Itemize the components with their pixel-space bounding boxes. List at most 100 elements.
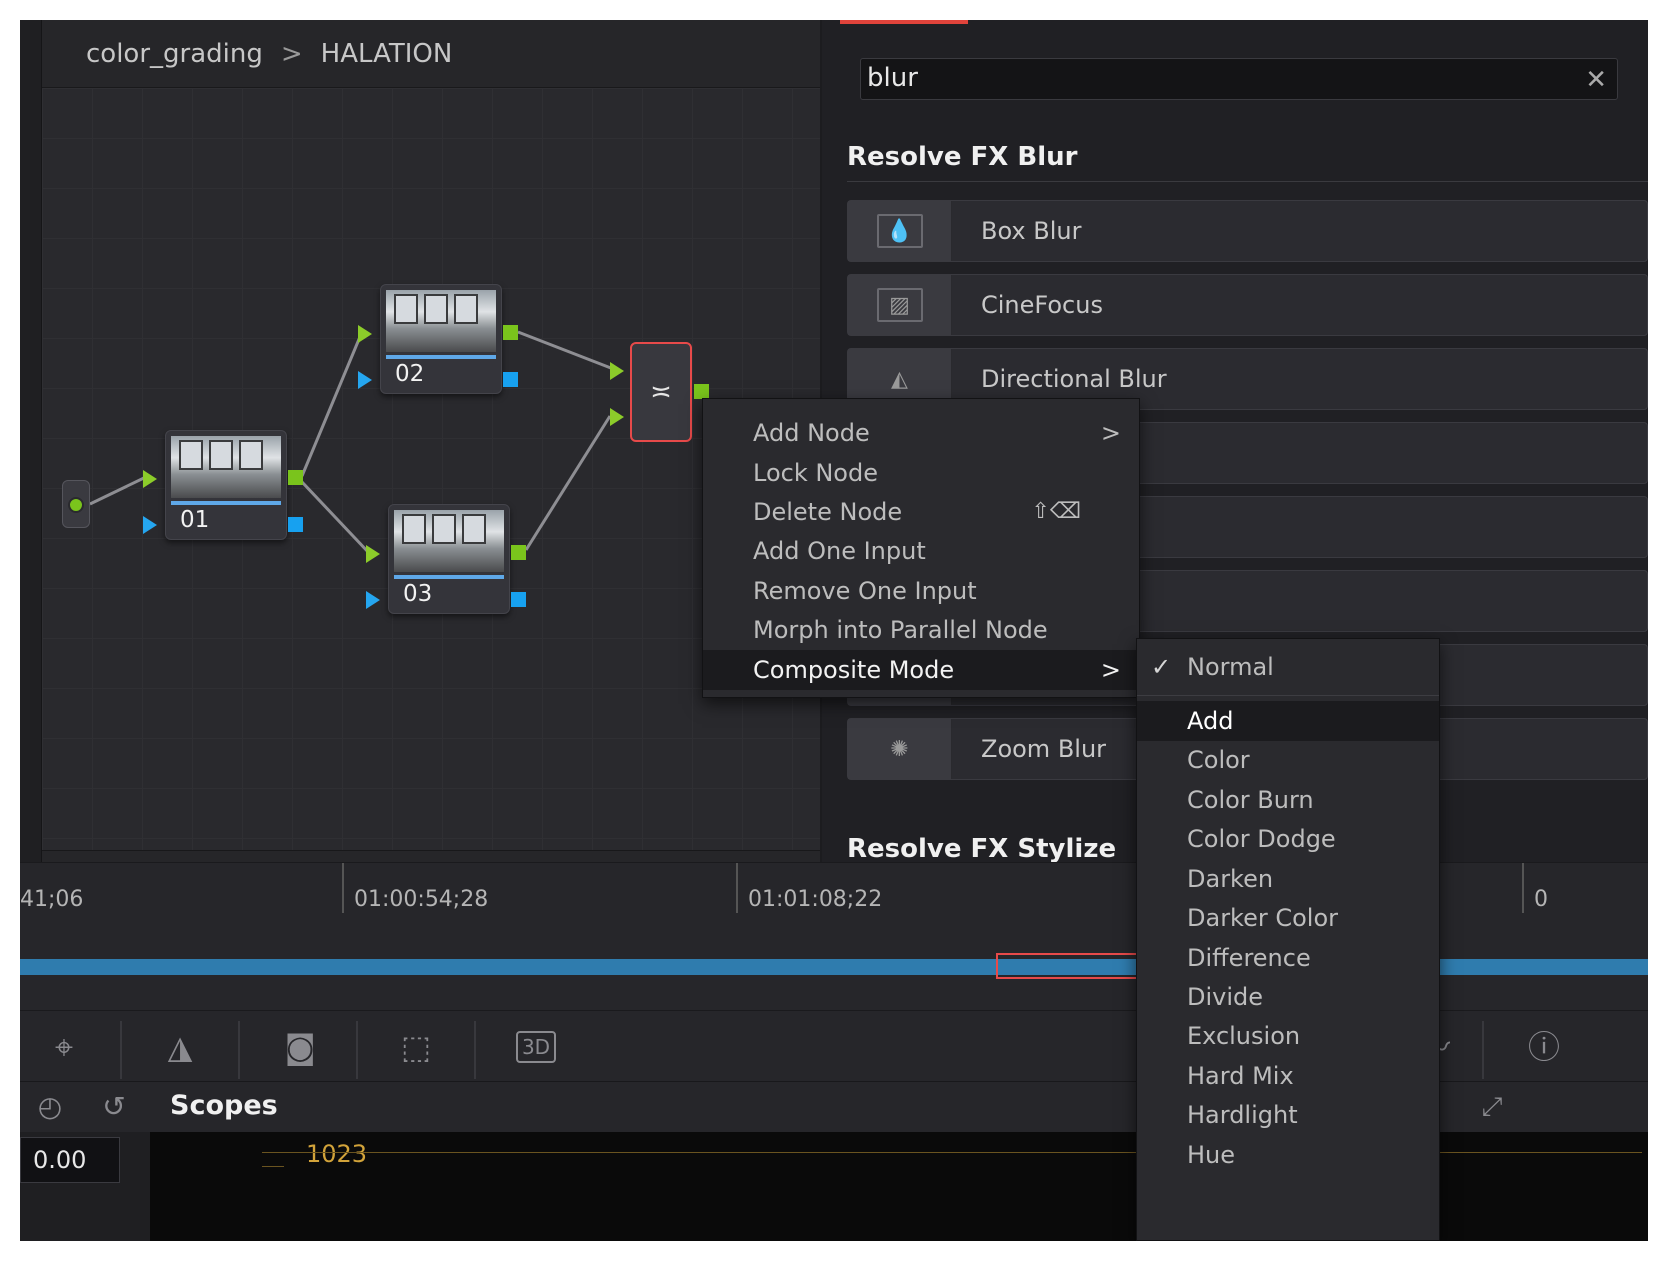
chevron-right-icon: >: [1100, 419, 1121, 447]
app-window: color_grading > HALATION 01 02 03 ≍ blur…: [20, 20, 1648, 1241]
menu-item-label: Hardlight: [1187, 1101, 1298, 1129]
composite-exclusion[interactable]: Exclusion: [1137, 1016, 1439, 1056]
timecode-label: 01:00:54;28: [354, 887, 489, 912]
fx-group-blur-title[interactable]: Resolve FX Blur: [847, 142, 1077, 172]
3d-icon[interactable]: 3D: [506, 1023, 566, 1071]
node-02-rgb-input[interactable]: [358, 325, 372, 343]
window-icon[interactable]: ◙: [270, 1023, 330, 1071]
composite-normal[interactable]: ✓ Normal: [1137, 647, 1439, 687]
node-thumbnail: [171, 436, 281, 498]
scope-gridline: [262, 1166, 284, 1167]
log-value-field[interactable]: 0.00: [20, 1137, 120, 1183]
menu-item-label: Add One Input: [753, 537, 926, 565]
source-output-port[interactable]: [68, 497, 84, 513]
menu-item-label: Exclusion: [1187, 1022, 1301, 1050]
composite-color-burn[interactable]: Color Burn: [1137, 780, 1439, 820]
fx-item-cinefocus[interactable]: ▨ CineFocus: [847, 274, 1648, 336]
menu-item-label: Hard Mix: [1187, 1062, 1294, 1090]
qualifier-icon[interactable]: ◮: [150, 1023, 210, 1071]
fx-item-label: Directional Blur: [981, 365, 1167, 393]
menu-item-label: Normal: [1187, 653, 1274, 681]
node-02-key-input[interactable]: [358, 371, 372, 389]
divider: [1482, 1021, 1484, 1079]
menu-item-label: Difference: [1187, 944, 1311, 972]
node-03-key-input[interactable]: [366, 591, 380, 609]
node-03-rgb-input[interactable]: [366, 545, 380, 563]
node-status-bar: [394, 575, 504, 579]
node-label: 02: [395, 361, 425, 387]
menu-item-label: Color Burn: [1187, 786, 1314, 814]
tracker-icon[interactable]: ⌖: [34, 1023, 94, 1071]
menu-item-lock-node[interactable]: Lock Node: [703, 453, 1139, 493]
composite-difference[interactable]: Difference: [1137, 938, 1439, 978]
source-node[interactable]: [62, 480, 90, 528]
fx-item-label: Box Blur: [981, 217, 1082, 245]
node-thumbnail: [386, 290, 496, 352]
menu-item-delete-node[interactable]: Delete Node ⇧⌫: [703, 492, 1139, 532]
node-status-bar: [386, 355, 496, 359]
mixer-input-2[interactable]: [610, 408, 624, 426]
scopes-title: Scopes: [170, 1090, 278, 1121]
fx-item-label: CineFocus: [981, 291, 1103, 319]
fx-group-stylize-title[interactable]: Resolve FX Stylize: [847, 834, 1116, 864]
breadcrumb-current[interactable]: HALATION: [321, 39, 453, 69]
composite-hue[interactable]: Hue: [1137, 1135, 1439, 1175]
menu-item-composite-mode[interactable]: Composite Mode >: [703, 650, 1139, 690]
menu-item-remove-one-input[interactable]: Remove One Input: [703, 571, 1139, 611]
menu-item-label: Darker Color: [1187, 904, 1339, 932]
effects-search-input[interactable]: blur ✕: [860, 58, 1618, 100]
mixer-output[interactable]: [694, 384, 709, 399]
composite-color-dodge[interactable]: Color Dodge: [1137, 819, 1439, 859]
node-01-rgb-input[interactable]: [143, 470, 157, 488]
node-01[interactable]: 01: [165, 430, 287, 540]
log-icon[interactable]: ◴: [20, 1082, 80, 1132]
composite-color[interactable]: Color: [1137, 740, 1439, 780]
node-01-key-output[interactable]: [288, 517, 303, 532]
node-02-rgb-output[interactable]: [503, 325, 518, 340]
menu-item-label: Composite Mode: [753, 656, 955, 684]
reset-icon[interactable]: ↺: [84, 1082, 144, 1132]
breadcrumb-separator: >: [280, 38, 303, 69]
node-03[interactable]: 03: [388, 504, 510, 614]
info-icon[interactable]: ⓘ: [1514, 1023, 1574, 1071]
node-01-rgb-output[interactable]: [288, 470, 303, 485]
menu-item-add-node[interactable]: Add Node >: [703, 413, 1139, 453]
chevron-right-icon: >: [1100, 656, 1121, 684]
menu-item-label: Add Node: [753, 419, 870, 447]
composite-divide[interactable]: Divide: [1137, 977, 1439, 1017]
shortcut-label: ⇧⌫: [1031, 499, 1081, 524]
active-tab-indicator: [840, 20, 968, 24]
sizing-icon[interactable]: ⬚: [386, 1023, 446, 1071]
menu-item-add-one-input[interactable]: Add One Input: [703, 531, 1139, 571]
search-value: blur: [867, 63, 918, 93]
composite-darken[interactable]: Darken: [1137, 859, 1439, 899]
node-03-rgb-output[interactable]: [511, 545, 526, 560]
3d-label: 3D: [515, 1031, 557, 1063]
mixer-input-1[interactable]: [610, 362, 624, 380]
clear-search-icon[interactable]: ✕: [1585, 61, 1607, 99]
timecode-tick: [342, 863, 344, 913]
breadcrumb: color_grading > HALATION: [42, 20, 820, 88]
menu-item-label: Delete Node: [753, 498, 903, 526]
composite-hard-mix[interactable]: Hard Mix: [1137, 1056, 1439, 1096]
divider: [1137, 695, 1439, 696]
fx-item-box-blur[interactable]: 💧 Box Blur: [847, 200, 1648, 262]
composite-add[interactable]: Add: [1137, 701, 1439, 741]
zoom-blur-icon: ✺: [848, 719, 952, 779]
timecode-tick: [736, 863, 738, 913]
node-editor: color_grading > HALATION 01 02 03 ≍: [20, 20, 820, 920]
menu-item-morph-parallel[interactable]: Morph into Parallel Node: [703, 610, 1139, 650]
composite-darker-color[interactable]: Darker Color: [1137, 898, 1439, 938]
timecode-tick: [1522, 863, 1524, 913]
node-context-menu: Add Node > Lock Node Delete Node ⇧⌫ Add On…: [702, 398, 1140, 698]
mixer-icon: ≍: [650, 377, 672, 407]
breadcrumb-parent[interactable]: color_grading: [86, 39, 263, 69]
node-02-key-output[interactable]: [503, 372, 518, 387]
expand-icon[interactable]: ⤢: [1462, 1082, 1522, 1132]
composite-hardlight[interactable]: Hardlight: [1137, 1095, 1439, 1135]
node-thumbnail: [394, 510, 504, 572]
parallel-mixer-node[interactable]: ≍: [630, 342, 692, 442]
node-01-key-input[interactable]: [143, 516, 157, 534]
node-02[interactable]: 02: [380, 284, 502, 394]
node-03-key-output[interactable]: [511, 592, 526, 607]
